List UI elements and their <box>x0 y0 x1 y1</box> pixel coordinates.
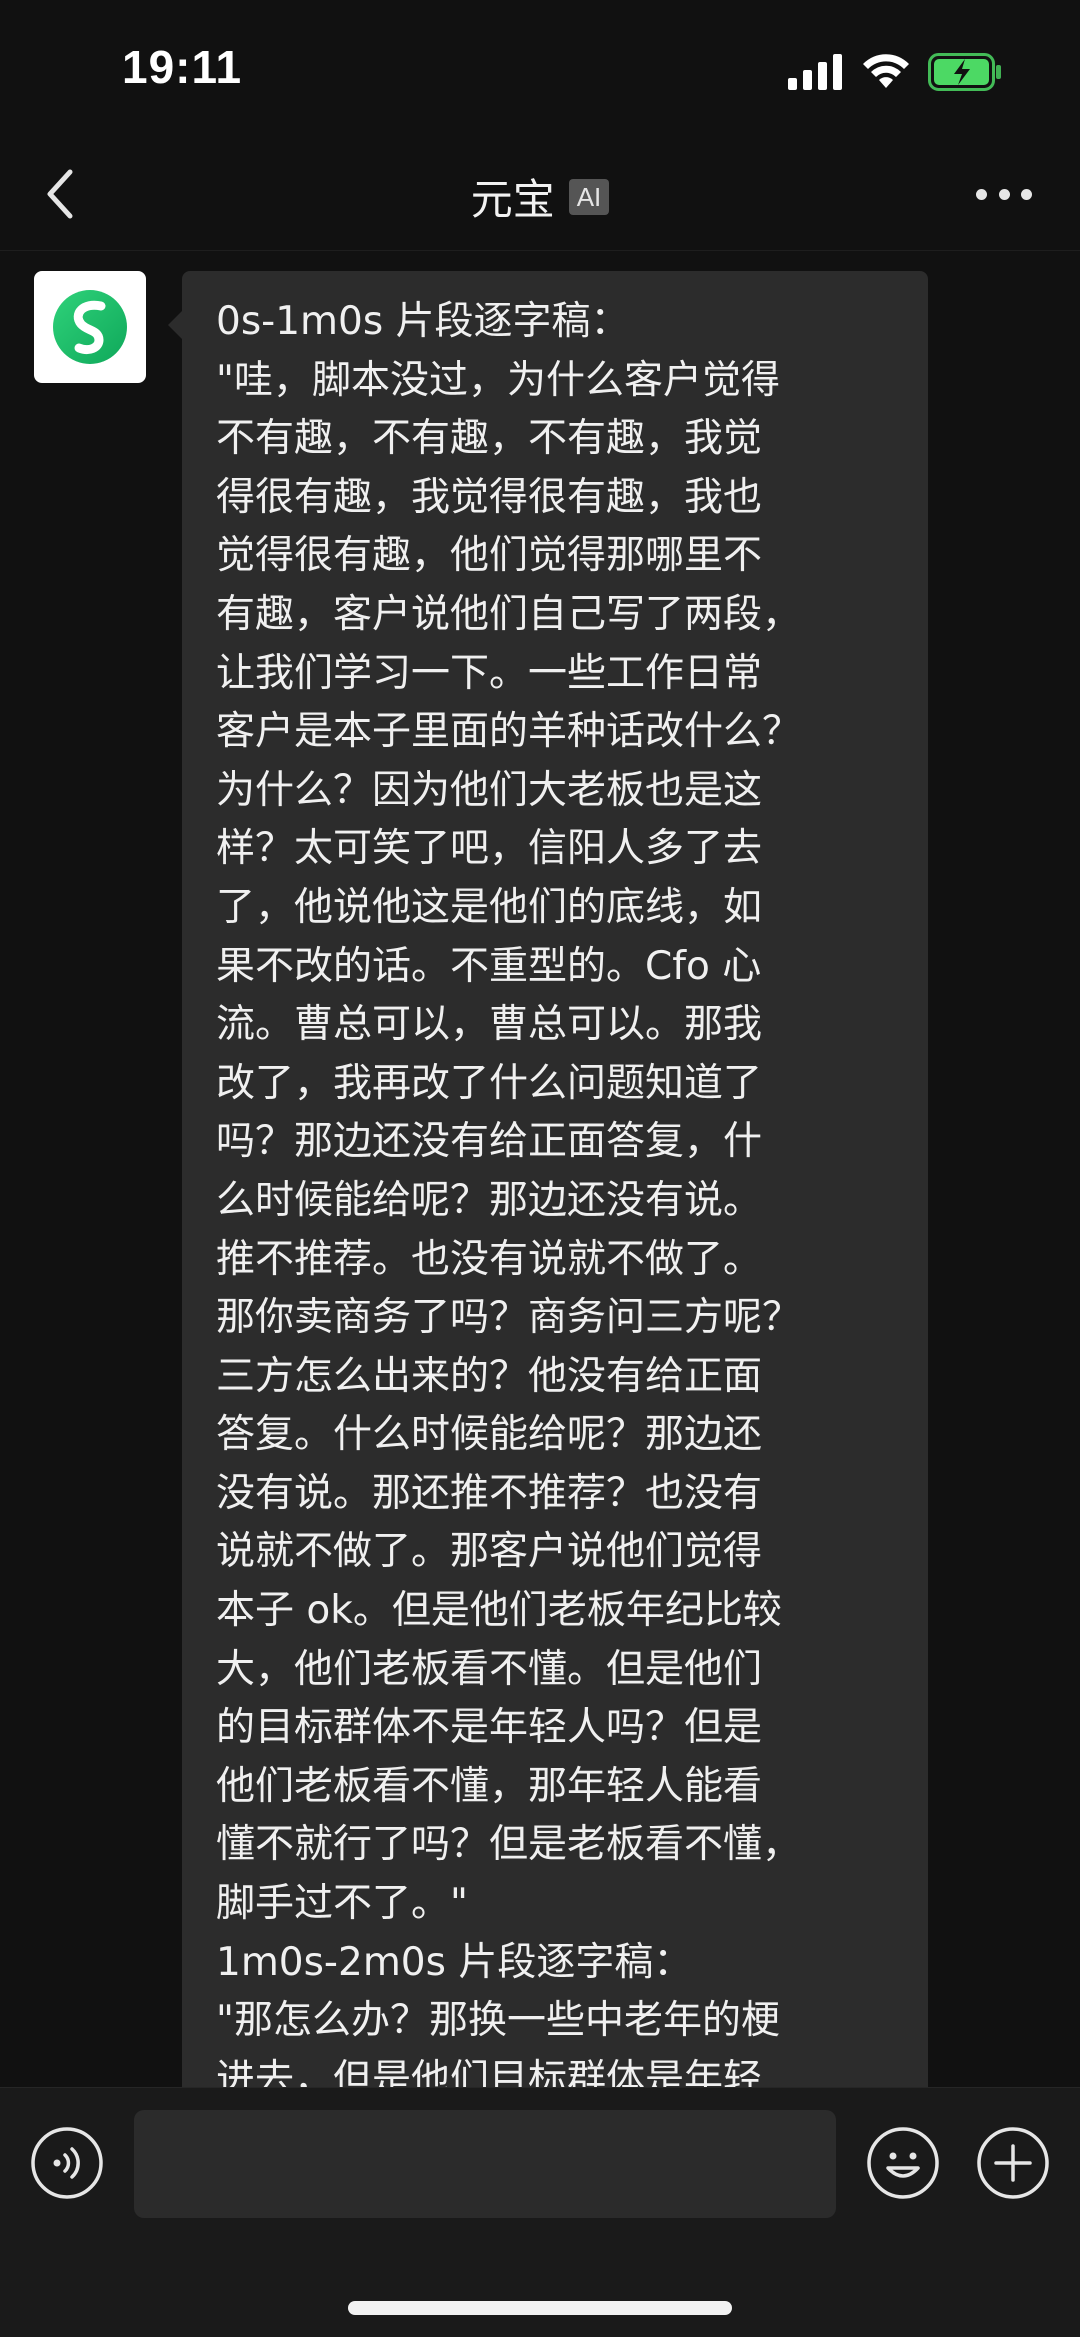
ai-badge: AI <box>568 178 610 215</box>
message-line: 三方怎么出来的？他没有给正面 <box>216 1353 763 1399</box>
chat-area[interactable]: 0s-1m0s 片段逐字稿： "哇，脚本没过，为什么客户觉得 不有趣，不有趣，不有趣… <box>0 251 1080 2087</box>
message-line: "那怎么办？那换一些中老年的梗 <box>216 1998 780 2044</box>
message-line: 进去，但是他们目标群体是年轻 <box>216 2056 763 2087</box>
message-input[interactable] <box>134 2110 836 2218</box>
message-line: 那你卖商务了吗？商务问三方呢？ <box>216 1295 802 1341</box>
message-line: 么时候能给呢？那边还没有说。 <box>216 1177 763 1223</box>
nav-title-group: 元宝 AI <box>0 166 1080 227</box>
dot <box>976 188 987 200</box>
plus-icon[interactable] <box>976 2126 1050 2200</box>
more-dots-icon[interactable] <box>976 184 1032 204</box>
message-line: 说就不做了。那客户说他们觉得 <box>216 1529 763 1575</box>
page-title: 元宝 <box>470 175 555 224</box>
message-line: 他们老板看不懂，那年轻人能看 <box>216 1763 763 1809</box>
message-line: 答复。什么时候能给呢？那边还 <box>216 1412 763 1458</box>
bot-avatar[interactable] <box>34 271 146 383</box>
message-line: 觉得很有趣，他们觉得那哪里不 <box>216 533 763 579</box>
message-line: 吗？那边还没有给正面答复，什 <box>216 1119 763 1165</box>
message-line: 大，他们老板看不懂。但是他们 <box>216 1646 763 1692</box>
message-line: 了，他说他这是他们的底线，如 <box>216 884 763 930</box>
signal-icon <box>788 54 842 90</box>
message-line: 流。曹总可以，曹总可以。那我 <box>216 1002 763 1048</box>
message-line: "哇，脚本没过，为什么客户觉得 <box>216 357 780 403</box>
message-line: 样？太可笑了吧，信阳人多了去 <box>216 826 763 872</box>
chat-screen: 19:11 元宝 AI 0s-1m0s 片段逐字稿： "哇，脚本没过，为什么客户… <box>0 0 1080 2337</box>
home-indicator[interactable] <box>348 2301 732 2315</box>
message-bubble[interactable]: 0s-1m0s 片段逐字稿： "哇，脚本没过，为什么客户觉得 不有趣，不有趣，不有趣… <box>168 271 928 2087</box>
message-line: 1m0s-2m0s 片段逐字稿： <box>216 1939 693 1985</box>
message-line: 改了，我再改了什么问题知道了 <box>216 1060 763 1106</box>
nav-bar: 元宝 AI <box>0 140 1080 251</box>
message-line: 得很有趣，我觉得很有趣，我也 <box>216 474 763 520</box>
message-line: 推不推荐。也没有说就不做了。 <box>216 1236 763 1282</box>
message-line: 让我们学习一下。一些工作日常 <box>216 650 763 696</box>
message-line: 果不改的话。不重型的。Cfo 心 <box>216 943 762 989</box>
status-bar: 19:11 <box>0 0 1080 140</box>
status-icons <box>788 50 1002 94</box>
message-line: 客户是本子里面的羊种话改什么？ <box>216 709 802 755</box>
input-bar <box>0 2087 1080 2337</box>
yuanbao-logo-icon <box>53 290 127 364</box>
wifi-icon <box>863 54 909 88</box>
status-time: 19:11 <box>122 41 243 93</box>
message-line: 脚手过不了。" <box>216 1881 468 1927</box>
message-line: 的目标群体不是年轻人吗？但是 <box>216 1705 763 1751</box>
emoji-icon[interactable] <box>866 2126 940 2200</box>
battery-charging-icon <box>928 53 1001 91</box>
dot <box>998 188 1010 200</box>
voice-input-icon[interactable] <box>30 2126 104 2200</box>
message-line: 没有说。那还推不推荐？也没有 <box>216 1470 763 1516</box>
message-line: 懂不就行了吗？但是老板看不懂， <box>216 1822 802 1868</box>
dot <box>1021 188 1032 200</box>
message-line: 0s-1m0s 片段逐字稿： <box>216 299 630 344</box>
message-line: 本子 ok。但是他们老板年纪比较 <box>216 1588 782 1634</box>
message-line: 为什么？因为他们大老板也是这 <box>216 767 763 813</box>
message-line: 不有趣，不有趣，不有趣，我觉 <box>216 416 763 462</box>
message-line: 有趣，客户说他们自己写了两段， <box>216 591 802 637</box>
